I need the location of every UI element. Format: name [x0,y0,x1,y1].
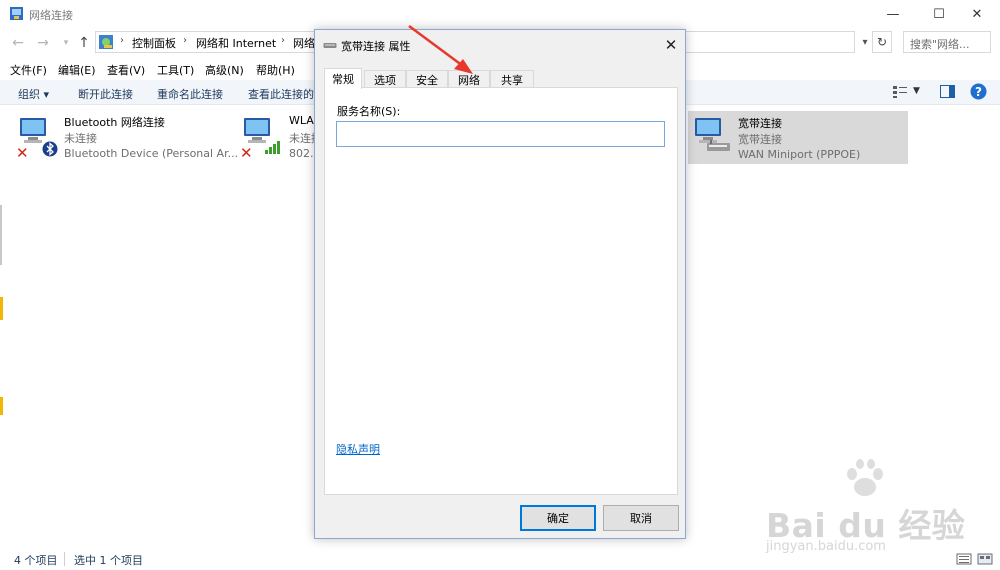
modem-icon [707,140,730,151]
connection-status: 未连接 [64,132,97,145]
svg-text:?: ? [975,85,982,99]
breadcrumb-separator: › [120,35,124,46]
disconnected-x-icon: ✕ [240,144,253,162]
service-name-label: 服务名称(S): [337,105,401,118]
privacy-statement-link[interactable]: 隐私声明 [336,441,380,457]
up-arrow-icon[interactable]: ↑ [75,34,93,52]
status-separator [64,552,65,566]
connection-item-bluetooth[interactable]: ✕ Bluetooth 网络连接 未连接 Bluetooth Device (P… [14,111,249,164]
breadcrumb-network-internet[interactable]: 网络和 Internet [196,35,276,51]
general-tab-panel: 服务名称(S): 隐私声明 [324,87,678,495]
menu-tools[interactable]: 工具(T) [157,62,194,78]
forward-arrow-icon[interactable]: → [34,34,52,52]
edge-highlight [0,397,3,415]
broadband-dialog-icon [323,43,337,48]
disconnected-x-icon: ✕ [16,144,29,162]
window-title: 网络连接 [29,9,73,22]
rename-button[interactable]: 重命名此连接 [157,86,223,102]
refresh-icon[interactable]: ↻ [872,31,892,53]
wifi-signal-bars-icon [265,141,280,154]
menu-edit[interactable]: 编辑(E) [58,62,96,78]
connection-item-broadband[interactable]: 宽带连接 宽带连接 WAN Miniport (PPPOE) [688,111,908,164]
network-connections-app-icon [10,7,23,20]
network-connections-window: 网络连接 — ☐ ✕ ← → ▾ ↑ › 控制面板 › 网络和 Internet… [0,0,1000,570]
connection-item-wlan[interactable]: ✕ WLAN 未连接 802.1 [238,111,322,164]
close-window-button[interactable]: ✕ [954,0,1000,28]
edge-highlight [0,297,3,320]
watermark-url: jingyan.baidu.com [766,539,886,554]
tab-sharing[interactable]: 共享 [490,70,534,88]
view-options-chevron-icon[interactable]: ▼ [913,86,920,96]
title-bar: 网络连接 — ☐ ✕ [0,0,1000,28]
broadband-properties-dialog: 宽带连接 属性 ✕ 常规 选项 安全 网络 共享 服务名称(S): 隐私声明 确… [314,29,686,539]
bluetooth-icon [42,141,58,157]
organize-button[interactable]: 组织 ▾ [18,86,49,102]
menu-view[interactable]: 查看(V) [107,62,145,78]
search-placeholder: 搜索"网络... [910,38,970,51]
baidu-jingyan-watermark: Bai du 经验 jingyan.baidu.com [760,455,970,565]
breadcrumb-separator: › [183,35,187,46]
connection-name: 宽带连接 [738,117,782,130]
breadcrumb-separator: › [281,35,285,46]
back-arrow-icon[interactable]: ← [9,34,27,52]
breadcrumb-network[interactable]: 网络 [293,35,315,51]
ok-button[interactable]: 确定 [520,505,596,531]
connection-device: WAN Miniport (PPPOE) [738,148,861,161]
dialog-close-button[interactable]: ✕ [661,35,681,55]
service-name-input[interactable] [336,121,665,147]
dialog-title: 宽带连接 属性 [341,40,411,53]
tab-strip: 常规 选项 安全 网络 共享 [323,68,679,89]
paw-logo-icon [847,459,883,496]
item-count: 4 个项目 [14,554,58,567]
tab-general[interactable]: 常规 [324,68,362,89]
connection-status: 宽带连接 [738,133,782,146]
help-icon[interactable]: ? [970,83,987,100]
connection-name: Bluetooth 网络连接 [64,116,165,129]
address-dropdown-icon[interactable]: ▾ [858,31,872,53]
minimize-button[interactable]: — [870,0,916,28]
menu-advanced[interactable]: 高级(N) [205,62,244,78]
menu-help[interactable]: 帮助(H) [256,62,295,78]
tab-options[interactable]: 选项 [364,70,406,88]
annotation-arrow-icon [408,24,473,74]
cancel-button[interactable]: 取消 [603,505,679,531]
change-view-icon[interactable] [892,85,908,99]
selection-count: 选中 1 个项目 [74,554,143,567]
breadcrumb-control-panel[interactable]: 控制面板 [132,35,176,51]
preview-pane-icon[interactable] [940,85,955,98]
connection-device: Bluetooth Device (Personal Ar... [64,147,239,160]
search-input[interactable]: 搜索"网络... [903,31,991,53]
recent-locations-chevron-icon[interactable]: ▾ [57,34,75,52]
disconnect-button[interactable]: 断开此连接 [78,86,133,102]
control-panel-icon [99,35,113,49]
scroll-strip [0,205,2,265]
menu-file[interactable]: 文件(F) [10,62,47,78]
